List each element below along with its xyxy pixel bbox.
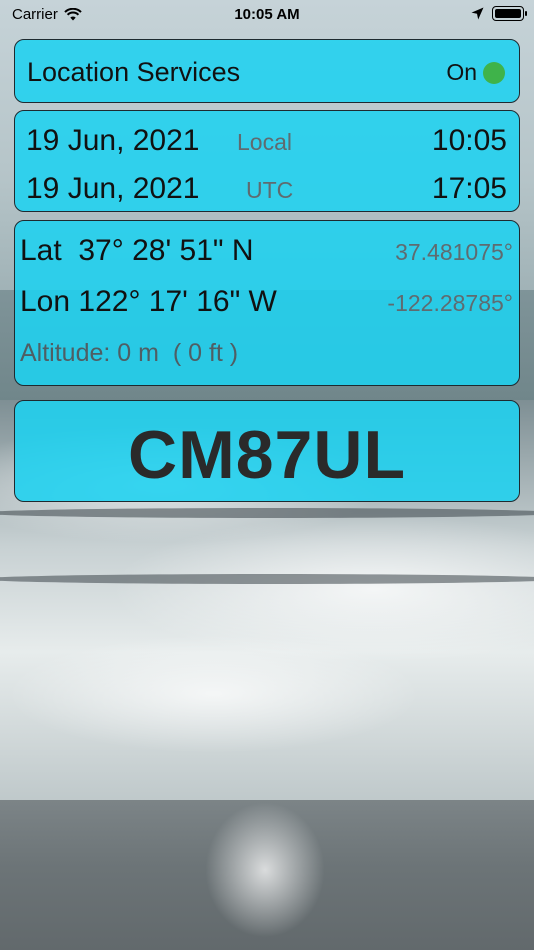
location-services-label: Location Services	[27, 57, 241, 87]
utc-time-row: 19 Jun, 2021 UTC 17:05	[15, 172, 519, 212]
grid-locator: CM87UL	[127, 417, 407, 493]
latitude-dms: Lat 37° 28' 51" N	[20, 234, 254, 267]
sun-glint	[180, 790, 350, 950]
utc-date: 19 Jun, 2021	[26, 172, 200, 205]
grid-locator-panel: CM87UL	[14, 400, 520, 502]
status-right-group	[471, 6, 527, 21]
local-time-row: 19 Jun, 2021 Local 10:05	[15, 124, 519, 164]
latitude-decimal: 37.481075°	[395, 239, 513, 265]
local-date: 19 Jun, 2021	[26, 124, 200, 157]
status-time: 10:05 AM	[234, 6, 300, 23]
location-services-state: On	[446, 59, 477, 85]
longitude-decimal: -122.28785°	[387, 290, 513, 316]
longitude-row: Lon 122° 17' 16" W -122.28785°	[15, 285, 519, 325]
utc-zone-label: UTC	[246, 177, 294, 203]
status-dot-icon	[483, 61, 505, 84]
wave-line	[0, 508, 534, 518]
local-zone-label: Local	[237, 129, 292, 155]
status-bar: Carrier 10:05 AM	[0, 0, 534, 30]
altitude-row: Altitude: 0 m ( 0 ft )	[15, 339, 519, 379]
location-services-toggle[interactable]: On	[446, 59, 505, 86]
longitude-dms: Lon 122° 17' 16" W	[20, 285, 277, 318]
location-services-panel: Location Services On	[14, 39, 520, 103]
location-arrow-icon	[471, 7, 484, 20]
utc-time: 17:05	[431, 172, 507, 205]
wave-line	[0, 574, 534, 584]
local-time: 10:05	[431, 124, 507, 157]
altitude-label: Altitude: 0 m ( 0 ft )	[20, 339, 239, 367]
battery-icon	[492, 6, 527, 21]
latitude-row: Lat 37° 28' 51" N 37.481075°	[15, 234, 519, 274]
datetime-panel: 19 Jun, 2021 Local 10:05 19 Jun, 2021 UT…	[14, 110, 520, 212]
coordinates-panel: Lat 37° 28' 51" N 37.481075° Lon 122° 17…	[14, 220, 520, 386]
